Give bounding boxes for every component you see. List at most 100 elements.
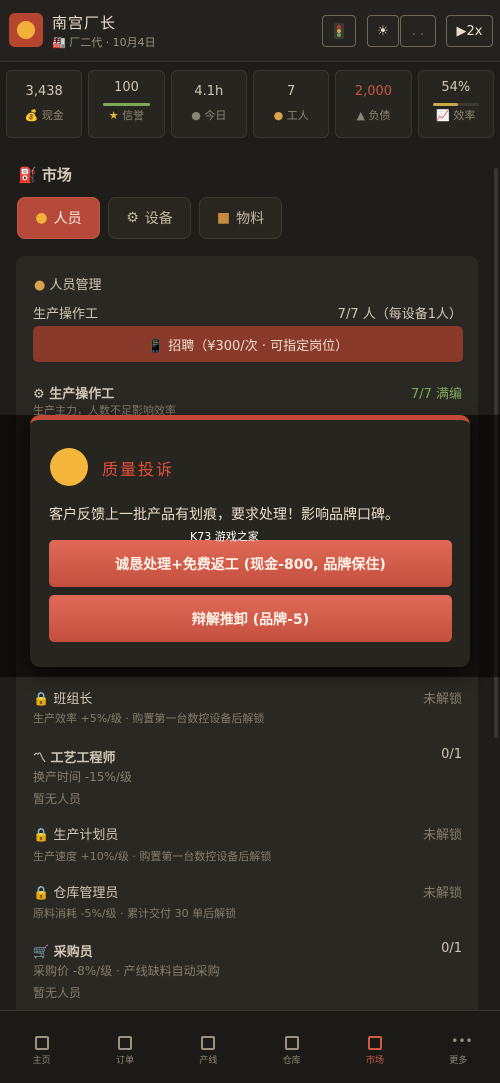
stat-value: 100 [114,80,139,95]
clock-icon: ● [191,109,201,122]
position-status: 0/1 [441,747,462,762]
position-name-text: 工艺工程师 [50,751,116,766]
nav-label: 产线 [199,1056,218,1066]
wrench-icon: 〽 [33,751,47,766]
box-icon: ■ [216,210,231,226]
box-icon [284,1036,299,1050]
tab-materials[interactable]: ■ 物料 [199,197,282,239]
staff-heading: ● 人员管理 [34,274,102,293]
nav-warehouse[interactable]: 仓库 [250,1011,333,1083]
stat-label-text: 工人 [286,109,309,122]
position-status: 未解锁 [422,886,462,901]
stat-label: ● 工人 [254,107,328,123]
chart-icon: 📈 [436,109,450,122]
position-name-text: 采购员 [53,945,93,960]
stat-efficiency: 54% 📈 效率 [417,70,494,138]
nav-market[interactable]: 市场 [333,1011,416,1083]
bottom-nav: 主页 订单 产线 仓库 市场 ••• 更多 [0,1010,500,1083]
position-status: 7/7 满编 [410,387,462,402]
stat-value: 54% [441,80,471,95]
position-name-text: 生产计划员 [53,828,119,843]
position-name-text: 生产操作工 [49,387,115,402]
position-name-text: 班组长 [53,692,93,707]
position-name: 🔒 班组长 [33,688,92,707]
stat-label: ▲ 负债 [336,107,410,123]
recruit-button[interactable]: 📱 招聘（¥300/次 · 可指定岗位） [33,326,463,362]
angry-face-icon [50,448,88,486]
more-button[interactable]: . . [400,15,436,47]
factory-icon [201,1036,216,1050]
position-status: 未解锁 [422,828,462,843]
stat-debt: 2,000 ▲ 负债 [335,70,412,138]
bank-icon: ▲ [356,109,365,122]
stat-reputation: 100 ★ 信誉 [88,70,165,138]
position-extra: 暂无人员 [33,792,82,806]
position-desc: 采购价 -8%/级 · 产线缺料自动采购 [33,964,220,978]
stat-label-text: 效率 [453,109,476,122]
modal-title: 质量投诉 [102,460,175,479]
stat-today: 4.1h ● 今日 [170,70,247,138]
lock-icon: 🔒 [33,828,50,843]
stat-label: ● 今日 [172,107,246,123]
stat-label: ★ 信誉 [89,107,163,123]
position-name: 🛒 采购员 [33,941,93,960]
stat-workers: 7 ● 工人 [252,70,330,138]
tab-equipment[interactable]: ⚙ 设备 [108,197,191,239]
factory-subtitle: 🏭 厂二代 · 10月4日 [52,36,156,49]
top-header: 南宫厂长 🏭 厂二代 · 10月4日 ☀ . . ▶2x [0,0,500,62]
speed-button[interactable]: ▶2x [446,15,493,47]
stats-bar: 3,438 💰 现金 100 ★ 信誉 4.1h ● 今日 7 ● 工人 2,0… [0,62,500,146]
quality-complaint-modal: 质量投诉 客户反馈上一批产品有划痕，要求处理！影响品牌口碑。 诚恳处理+免费返工… [30,415,470,667]
tab-staff[interactable]: ● 人员 [17,197,100,239]
nav-more[interactable]: ••• 更多 [417,1011,500,1083]
stat-value: 7 [287,84,296,99]
gear-icon: ⚙ [126,210,139,226]
traffic-light-icon [334,23,344,39]
reputation-bar-fill [103,103,150,106]
nav-label: 仓库 [282,1056,301,1066]
star-icon: ★ [108,109,119,122]
position-name: ⚙ 生产操作工 [33,383,114,402]
home-icon [34,1036,49,1050]
gear-icon: ⚙ [33,387,45,402]
efficiency-bar [432,103,479,106]
tab-label: 人员 [53,211,82,227]
traffic-light-button[interactable] [322,15,356,47]
stat-value: 3,438 [25,84,63,99]
theme-button[interactable]: ☀ [367,15,399,47]
tab-label: 物料 [236,211,265,227]
worker-icon: ● [35,210,48,226]
stat-label-text: 信誉 [122,109,145,122]
nav-orders[interactable]: 订单 [83,1011,166,1083]
market-title: ⛽ 市场 [18,164,72,185]
lock-icon: 🔒 [33,692,50,707]
worker-icon: ● [273,109,284,122]
position-status: 未解锁 [422,692,462,707]
role-label: 生产操作工 [33,307,99,322]
tab-label: 设备 [144,211,173,227]
lock-icon: 🔒 [33,886,50,901]
nav-label: 更多 [449,1056,468,1066]
stat-label-text: 今日 [204,109,227,122]
worker-icon: ● [34,278,46,293]
deflect-blame-button[interactable]: 辩解推卸 (品牌-5) [49,595,452,642]
position-desc: 原料消耗 -5%/级 · 累计交付 30 单后解锁 [33,907,237,920]
position-name-text: 仓库管理员 [53,886,119,901]
money-bag-icon: 💰 [24,109,39,122]
role-count: 7/7 人（每设备1人） [337,307,462,322]
nav-home[interactable]: 主页 [0,1011,83,1083]
nav-label: 主页 [32,1056,51,1066]
watermark: K73 游戏之家 [190,530,259,543]
nav-production[interactable]: 产线 [167,1011,250,1083]
factory-avatar[interactable] [9,13,43,47]
stat-label-text: 负债 [368,109,391,122]
bar-chart-icon [367,1036,382,1050]
heading-text: 人员管理 [49,278,102,293]
stat-label: 💰 现金 [7,107,81,123]
reputation-bar [103,103,150,106]
position-desc: 换产时间 -15%/级 [33,770,132,784]
stat-value: 2,000 [354,84,393,99]
more-dots-icon: ••• [451,1034,473,1048]
nav-label: 订单 [115,1056,134,1066]
sincere-fix-button[interactable]: 诚恳处理+免费返工 (现金-800, 品牌保住) [49,540,452,587]
